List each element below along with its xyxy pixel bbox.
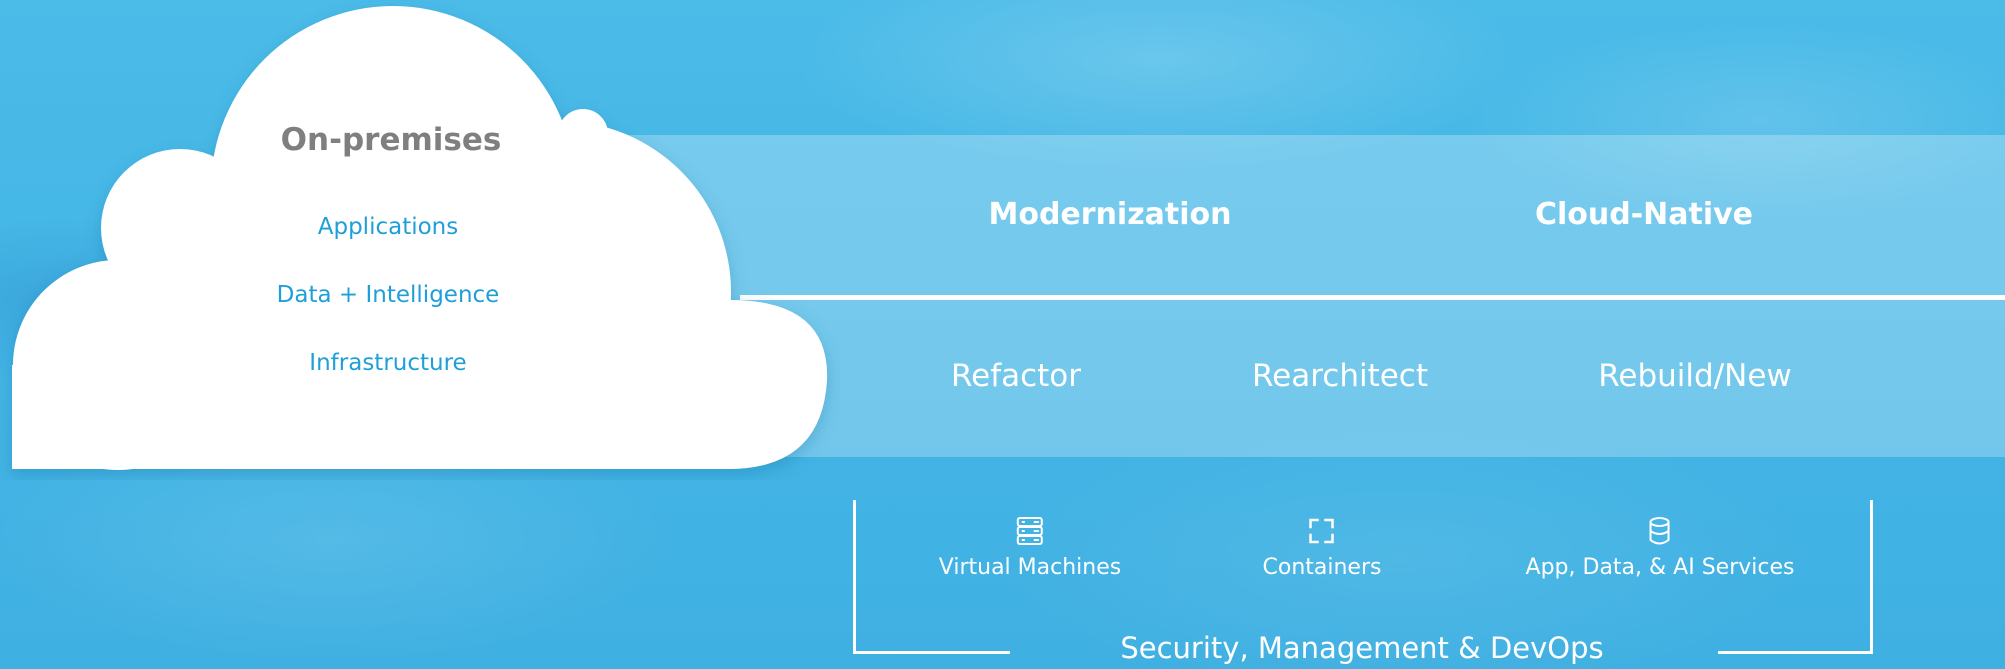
bracket-right-foot [1718,651,1873,654]
service-containers: Containers [1262,515,1382,580]
service-app-data-ai: App, Data, & AI Services [1525,515,1795,580]
service-label-virtual-machines: Virtual Machines [938,555,1122,580]
security-management-devops-caption: Security, Management & DevOps [1120,631,1604,665]
cloud-item-data-intelligence: Data + Intelligence [276,282,500,308]
on-premises-cloud [12,6,828,470]
server-icon [1017,517,1043,545]
cloud-item-applications: Applications [317,214,459,240]
refactor-step: Refactor [950,358,1082,394]
service-label-app-data-ai: App, Data, & AI Services [1525,555,1795,580]
container-frame-icon [1309,518,1335,544]
rebuild-new-step: Rebuild/New [1598,358,1792,394]
bracket-right-line [1870,500,1873,654]
cloud-native-heading: Cloud-Native [1534,197,1754,232]
database-icon [1650,517,1670,545]
cloud-item-infrastructure: Infrastructure [309,350,467,376]
modernization-heading: Modernization [988,197,1232,232]
service-label-containers: Containers [1262,555,1382,580]
bracket-left-line [853,500,856,654]
on-premises-title: On-premises [280,122,502,158]
rearchitect-step: Rearchitect [1251,358,1429,394]
service-virtual-machines: Virtual Machines [939,515,1121,580]
bracket-left-foot [853,651,1010,654]
band-divider [740,295,2005,300]
